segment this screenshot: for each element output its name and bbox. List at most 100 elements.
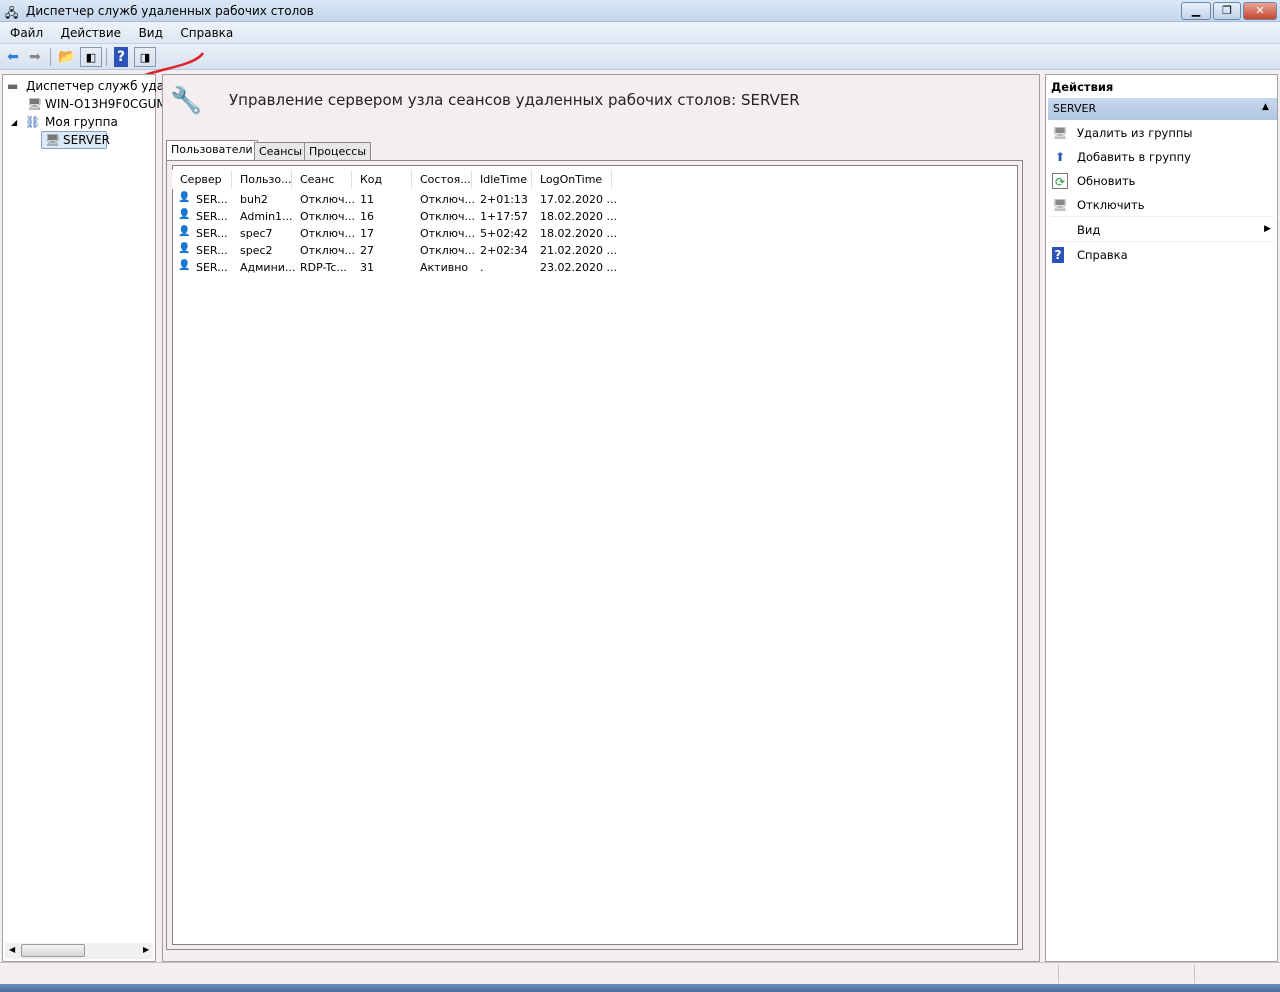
table-cell[interactable]: SER... [196,227,228,240]
table-cell[interactable]: Админи... [240,261,295,274]
root-node-icon: ▬ [7,79,19,93]
action-remove-from-group[interactable]: 🖥 Удалить из группы [1050,123,1274,145]
table-cell[interactable]: Отключ... [300,210,355,223]
user-session-icon: 👤 [178,243,191,254]
table-cell[interactable]: 18.02.2020 ... [540,210,617,223]
horizontal-scrollbar[interactable]: ◀ ▶ [5,943,153,959]
column-header[interactable]: IdleTime [472,170,532,189]
table-cell[interactable]: 2+01:13 [480,193,528,206]
users-list[interactable] [172,165,1018,945]
server-icon: 🖥 [45,133,61,147]
table-cell[interactable]: 27 [360,244,374,257]
scrollbar-thumb[interactable] [21,944,85,957]
table-cell[interactable]: Отключ... [300,244,355,257]
add-group-icon: ⬆ [1054,150,1066,164]
table-cell[interactable]: 17 [360,227,374,240]
column-header[interactable]: Пользо... [232,170,292,189]
table-cell[interactable]: . [480,261,484,274]
back-icon[interactable]: ⬅ [2,47,24,67]
status-divider [1058,965,1059,983]
column-header[interactable]: Код [352,170,412,189]
table-cell[interactable]: Отключ... [420,193,475,206]
action-refresh[interactable]: ⟳ Обновить [1050,171,1274,193]
table-cell[interactable]: SER... [196,244,228,257]
table-cell[interactable]: spec2 [240,244,273,257]
table-cell[interactable]: 31 [360,261,374,274]
table-cell[interactable]: Отключ... [300,227,355,240]
show-hide-tree-icon[interactable]: ◧ [80,47,102,67]
table-cell[interactable]: 11 [360,193,374,206]
table-cell[interactable]: RDP-Tc... [300,261,347,274]
table-cell[interactable]: Отключ... [420,210,475,223]
column-header[interactable]: LogOnTime [532,170,612,189]
tree-node-group[interactable]: Моя группа [45,115,118,129]
menu-action[interactable]: Действие [61,26,121,40]
page-heading: Управление сервером узла сеансов удаленн… [229,91,800,109]
table-cell[interactable]: Отключ... [420,227,475,240]
server-icon: 🖥 [27,97,43,111]
menu-help[interactable]: Справка [180,26,233,40]
table-cell[interactable]: SER... [196,193,228,206]
window-title: Диспетчер служб удаленных рабочих столов [26,4,314,18]
forward-icon[interactable]: ➡ [24,47,46,67]
section-title: SERVER [1053,102,1097,115]
taskbar [0,984,1280,992]
user-session-icon: 👤 [178,260,191,271]
table-cell[interactable]: buh2 [240,193,268,206]
column-header[interactable]: Сервер [172,170,232,189]
table-cell[interactable]: Отключ... [420,244,475,257]
column-header[interactable]: Сеанс [292,170,352,189]
tree-node-root[interactable]: Диспетчер служб удале [26,79,179,93]
up-folder-icon[interactable]: 📂 [56,47,78,67]
action-help[interactable]: ? Справка [1050,245,1274,267]
action-disconnect[interactable]: 🖥 Отключить [1050,195,1274,217]
table-cell[interactable]: SER... [196,210,228,223]
table-cell[interactable]: 16 [360,210,374,223]
group-icon: ⛓ [25,115,41,129]
table-cell[interactable]: 2+02:34 [480,244,528,257]
status-divider [1194,965,1195,983]
close-button[interactable]: ✕ [1243,2,1277,20]
actions-title: Действия [1051,80,1114,94]
tab-sessions[interactable]: Сеансы [254,142,308,160]
expand-arrow-icon[interactable]: ◢ [11,118,17,127]
scroll-left-icon[interactable]: ◀ [9,945,15,954]
scroll-right-icon[interactable]: ▶ [143,945,149,954]
table-cell[interactable]: spec7 [240,227,273,240]
column-header[interactable]: Состоя... [412,170,472,189]
user-session-icon: 👤 [178,226,191,237]
server-disconnect-icon: 🖥 [1052,198,1068,212]
status-bar [0,962,1280,984]
table-cell[interactable]: 23.02.2020 ... [540,261,617,274]
action-add-to-group[interactable]: ⬆ Добавить в группу [1050,147,1274,169]
title-bar: 🖧 Диспетчер служб удаленных рабочих стол… [0,0,1280,22]
help-icon: ? [1052,247,1064,263]
minimize-button[interactable]: ▁ [1181,2,1211,20]
table-cell[interactable]: Активно [420,261,468,274]
tree-node-server2[interactable]: SERVER [63,133,110,147]
tab-users[interactable]: Пользователи [166,140,258,160]
menu-bar: Файл Действие Вид Справка [0,22,1280,44]
toolbar-separator [50,48,51,66]
tab-processes[interactable]: Процессы [304,142,372,160]
refresh-icon: ⟳ [1052,173,1068,189]
table-cell[interactable]: 5+02:42 [480,227,528,240]
menu-file[interactable]: Файл [10,26,43,40]
table-cell[interactable]: 18.02.2020 ... [540,227,617,240]
submenu-arrow-icon: ▶ [1264,224,1271,234]
actions-section-header[interactable]: SERVER ▲ [1048,98,1277,120]
collapse-icon[interactable]: ▲ [1262,102,1269,112]
table-cell[interactable]: 21.02.2020 ... [540,244,617,257]
tree-node-server1[interactable]: WIN-O13H9F0CGUM [45,97,167,111]
table-cell[interactable]: 17.02.2020 ... [540,193,617,206]
table-cell[interactable]: Отключ... [300,193,355,206]
table-cell[interactable]: Admin1... [240,210,293,223]
server-manager-icon: 🔧 [170,86,203,116]
table-cell[interactable]: SER... [196,261,228,274]
action-view[interactable]: Вид ▶ [1050,220,1274,242]
restore-button[interactable]: ❐ [1213,2,1241,20]
table-cell[interactable]: 1+17:57 [480,210,528,223]
user-session-icon: 👤 [178,209,191,220]
console-tree: ▬ Диспетчер служб удале 🖥 WIN-O13H9F0CGU… [2,74,179,962]
menu-view[interactable]: Вид [139,26,163,40]
